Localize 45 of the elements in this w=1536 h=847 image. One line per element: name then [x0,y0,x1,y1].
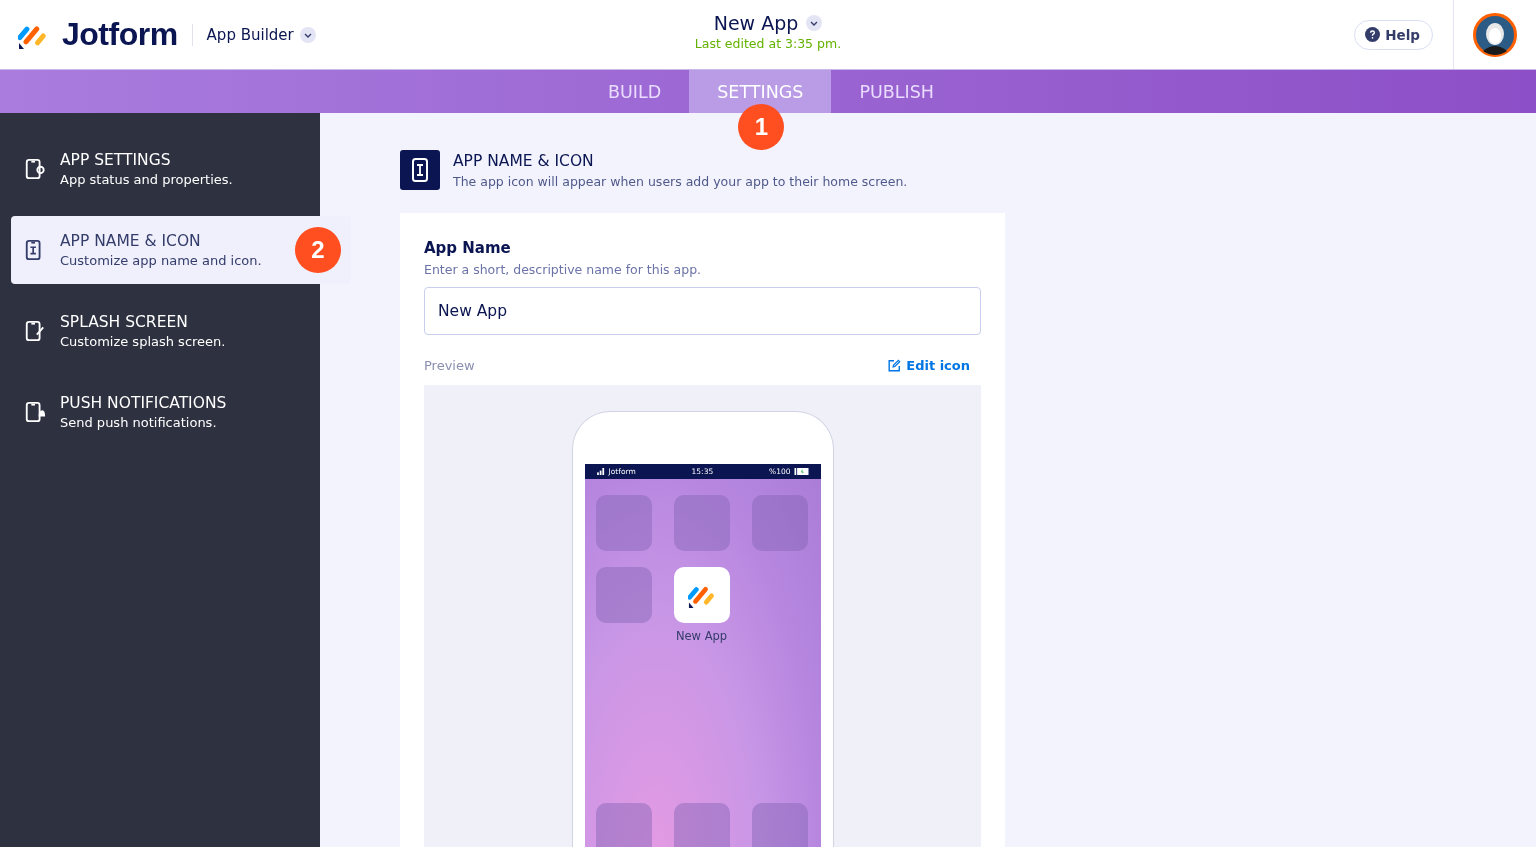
edit-icon-link[interactable]: Edit icon [887,358,970,373]
app-placeholder-tile [595,567,652,623]
signal-icon [596,468,606,475]
sidebar-item-subtitle: App status and properties. [60,172,233,187]
phone-icon [400,150,440,190]
preview-label: Preview [424,358,475,373]
app-placeholder-tile [595,803,652,847]
sidebar-item-title: SPLASH SCREEN [60,313,189,331]
sidebar-item-subtitle: Send push notifications. [60,415,218,430]
section-description: The app icon will appear when users add your app to their home screen. [453,174,908,189]
chevron-down-icon [299,26,316,43]
step-badge: 1 [738,104,785,150]
sidebar-item-title: APP NAME & ICON [60,232,202,250]
sidebar-item[interactable]: APP SETTINGS App status and properties. [0,135,320,203]
app-name-input[interactable]: New App [424,287,981,335]
sidebar-item-subtitle: Customize app name and icon. [60,253,262,268]
field-hint: Enter a short, descriptive name for this app. [424,262,703,277]
last-edited-text: Last edited at 3:35 pm. [694,36,842,51]
edit-icon [887,358,902,373]
sidebar-item-title: PUSH NOTIFICATIONS [60,394,227,412]
help-icon [1365,27,1381,42]
field-label: App Name [424,239,512,257]
chevron-down-icon [806,15,823,31]
phone-icon [24,400,46,424]
app-placeholder-tile [751,495,808,551]
sidebar-item-subtitle: Customize splash screen. [60,334,226,349]
app-placeholder-tile [595,495,652,551]
step-badge: 2 [295,227,341,273]
sidebar-item[interactable]: PUSH NOTIFICATIONS Send push notifications. [0,378,320,446]
app-placeholder-tile [673,495,730,551]
product-dropdown[interactable]: App Builder [206,25,316,44]
help-button[interactable]: Help [1354,19,1433,50]
avatar-icon[interactable] [1473,12,1517,57]
app-title-dropdown[interactable]: New App [713,12,823,34]
sidebar-item-title: APP SETTINGS [60,151,172,169]
section-title: APP NAME & ICON [453,152,595,170]
brand-name: Jotform [62,16,178,53]
app-placeholder-tile [751,803,808,847]
phone-icon [24,319,46,343]
sidebar-item[interactable]: SPLASH SCREEN Customize splash screen. [0,297,320,365]
sidebar-item[interactable]: APP NAME & ICON Customize app name and icon. 2 [11,216,351,284]
battery-icon [793,468,809,475]
app-placeholder-tile [673,803,730,847]
app-label: New App [675,629,728,643]
phone-icon [24,157,46,181]
